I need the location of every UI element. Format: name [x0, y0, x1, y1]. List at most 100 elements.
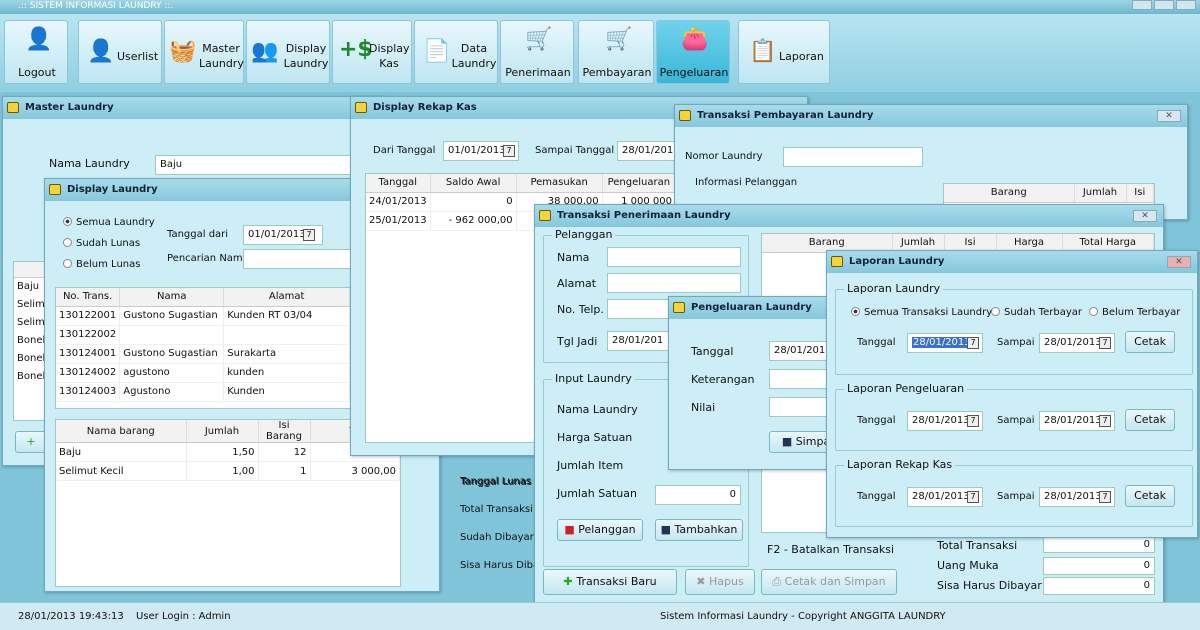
- table-row[interactable]: 130124002 agustono kunden: [56, 363, 350, 383]
- no-telp-input[interactable]: [607, 299, 671, 319]
- total-transaksi-label: Total Transaksi: [937, 539, 1018, 552]
- master-laundry-titlebar[interactable]: Master Laundry: [3, 97, 381, 119]
- window-title: Transaksi Pembayaran Laundry: [697, 110, 874, 121]
- logout-button[interactable]: 👤 Logout: [4, 20, 68, 84]
- alamat-input[interactable]: [607, 273, 741, 293]
- save-icon: ■: [660, 523, 675, 536]
- tanggal-label: Tanggal: [857, 415, 896, 426]
- plus-icon: +: [26, 435, 36, 448]
- wallet-icon: 👛: [681, 27, 709, 52]
- tgl-jadi-label: Tgl Jadi: [557, 335, 598, 348]
- calendar-icon[interactable]: 7: [1099, 337, 1111, 349]
- userlist-button[interactable]: 👤 Userlist: [78, 20, 162, 84]
- table-row[interactable]: Baju 1,50 12: [56, 442, 400, 462]
- maximize-button[interactable]: [1154, 0, 1174, 10]
- status-copyright: Sistem Informasi Laundry - Copyright ANG…: [660, 611, 946, 622]
- delete-icon: ✖: [696, 575, 709, 588]
- sampai-label: Sampai: [997, 491, 1035, 502]
- report-icon: 📋: [749, 39, 777, 64]
- radio-belum-lunas[interactable]: Belum Lunas: [63, 259, 140, 270]
- sampai-label: Sampai: [997, 337, 1035, 348]
- pengeluaran-button[interactable]: 👛 Pengeluaran: [656, 20, 730, 84]
- sampai-tanggal-input[interactable]: 28/01/2013: [617, 141, 677, 161]
- tambahkan-button[interactable]: ■ Tambahkan: [655, 519, 743, 541]
- nomor-laundry-label: Nomor Laundry: [685, 151, 763, 162]
- uang-muka-input[interactable]: 0: [1043, 557, 1155, 575]
- master-laundry-button[interactable]: 🧺 Master Laundry: [164, 20, 244, 84]
- pembayaran-titlebar[interactable]: Transaksi Pembayaran Laundry ✕: [675, 105, 1187, 127]
- nama-label: Nama: [557, 251, 590, 264]
- window-title: Transaksi Penerimaan Laundry: [557, 210, 731, 221]
- pembayaran-button[interactable]: 🛒 Pembayaran: [578, 20, 654, 84]
- dari-tanggal-label: Dari Tanggal: [373, 145, 436, 156]
- laporan-titlebar[interactable]: Laporan Laundry ✕: [827, 251, 1197, 273]
- jumlah-satuan-label: Jumlah Satuan: [557, 487, 637, 500]
- calendar-icon[interactable]: 7: [303, 229, 315, 241]
- data-laundry-button[interactable]: 📄 Data Laundry: [414, 20, 498, 84]
- pengeluaran-titlebar[interactable]: Pengeluaran Laundry: [669, 297, 841, 319]
- window-icon: [673, 302, 685, 313]
- calendar-icon[interactable]: 7: [967, 415, 979, 427]
- table-row[interactable]: 130122002: [56, 325, 350, 345]
- table-row[interactable]: Selimut Kecil 1,00 1 3 000,00: [56, 461, 400, 481]
- main-toolbar: 👤 Logout 👤 Userlist 🧺 Master Laundry 👥 D…: [0, 14, 1200, 92]
- status-datetime: 28/01/2013 19:43:13: [18, 611, 124, 622]
- window-icon: [355, 102, 367, 113]
- nama-laundry-input[interactable]: Baju: [155, 155, 375, 175]
- calendar-icon[interactable]: 7: [503, 145, 515, 157]
- close-icon[interactable]: ✕: [1167, 256, 1191, 268]
- jumlah-item-label: Jumlah Item: [557, 459, 624, 472]
- tanggal-dari-label: Tanggal dari: [167, 229, 229, 240]
- pelanggan-button[interactable]: ■ Pelanggan: [557, 519, 643, 541]
- calendar-icon[interactable]: 7: [1099, 491, 1111, 503]
- penerimaan-button[interactable]: 🛒 Penerimaan: [500, 20, 574, 84]
- cetak-pengeluaran-button[interactable]: Cetak: [1125, 409, 1175, 431]
- display-kas-button[interactable]: +$ Display Kas: [332, 20, 412, 84]
- pencarian-nama-input[interactable]: [243, 249, 363, 269]
- add-button[interactable]: +: [15, 431, 47, 453]
- tgl-jadi-input[interactable]: 28/01/201: [607, 331, 669, 351]
- minimize-button[interactable]: [1132, 0, 1152, 10]
- calendar-icon[interactable]: 7: [967, 491, 979, 503]
- close-button[interactable]: [1176, 0, 1196, 10]
- status-user: User Login : Admin: [136, 611, 231, 622]
- batal-hint: F2 - Batalkan Transaksi: [767, 543, 895, 556]
- cetak-rekap-button[interactable]: Cetak: [1125, 485, 1175, 507]
- nama-input[interactable]: [607, 247, 741, 267]
- cetak-simpan-button[interactable]: ⎙ Cetak dan Simpan: [761, 569, 897, 595]
- radio-belum-terbayar[interactable]: Belum Terbayar: [1089, 307, 1180, 318]
- table-row[interactable]: 130124001 Gustono Sugastian Surakarta: [56, 344, 350, 364]
- app-title: .:: SISTEM INFORMASI LAUNDRY ::.: [18, 1, 174, 11]
- penerimaan-titlebar[interactable]: Transaksi Penerimaan Laundry ✕: [535, 205, 1163, 227]
- calendar-icon[interactable]: 7: [1099, 415, 1111, 427]
- sudah-dibayar-label: Sudah Dibayar: [460, 532, 534, 543]
- hapus-button[interactable]: ✖ Hapus: [685, 569, 755, 595]
- sampai-tanggal-label: Sampai Tanggal: [535, 145, 615, 156]
- close-icon[interactable]: ✕: [1157, 110, 1181, 122]
- laporan-button[interactable]: 📋 Laporan: [738, 20, 830, 84]
- radio-sudah-lunas[interactable]: Sudah Lunas: [63, 238, 140, 249]
- dollar-icon: +$: [339, 37, 373, 62]
- user-icon: 👤: [87, 39, 115, 64]
- status-bar: 28/01/2013 19:43:13 User Login : Admin S…: [0, 602, 1200, 630]
- nama-laundry-label: Nama Laundry: [49, 157, 130, 170]
- cart-icon: 🛒: [605, 27, 633, 52]
- table-row[interactable]: 130124003 Agustono Kunden: [56, 382, 350, 402]
- close-icon[interactable]: ✕: [1133, 210, 1157, 222]
- keterangan-label: Keterangan: [691, 373, 755, 386]
- save-icon: ■: [781, 435, 796, 448]
- window-icon: [7, 102, 19, 113]
- nomor-laundry-input[interactable]: [783, 147, 923, 167]
- transaksi-baru-button[interactable]: ✚ Transaksi Baru: [543, 569, 677, 595]
- window-icon: [539, 210, 551, 221]
- radio-semua-transaksi[interactable]: Semua Transaksi Laundry: [851, 307, 992, 318]
- table-row[interactable]: 130122001 Gustono Sugastian Kunden RT 03/0…: [56, 306, 350, 326]
- radio-semua-laundry[interactable]: Semua Laundry: [63, 217, 155, 228]
- window-title: Display Rekap Kas: [373, 102, 477, 113]
- jumlah-satuan-input[interactable]: 0: [655, 485, 741, 505]
- display-laundry-button[interactable]: 👥 Display Laundry: [246, 20, 330, 84]
- calendar-icon[interactable]: 7: [967, 337, 979, 349]
- cetak-laundry-button[interactable]: Cetak: [1125, 331, 1175, 353]
- radio-sudah-terbayar[interactable]: Sudah Terbayar: [991, 307, 1082, 318]
- total-transaksi-label: Total Transaksi: [460, 504, 533, 515]
